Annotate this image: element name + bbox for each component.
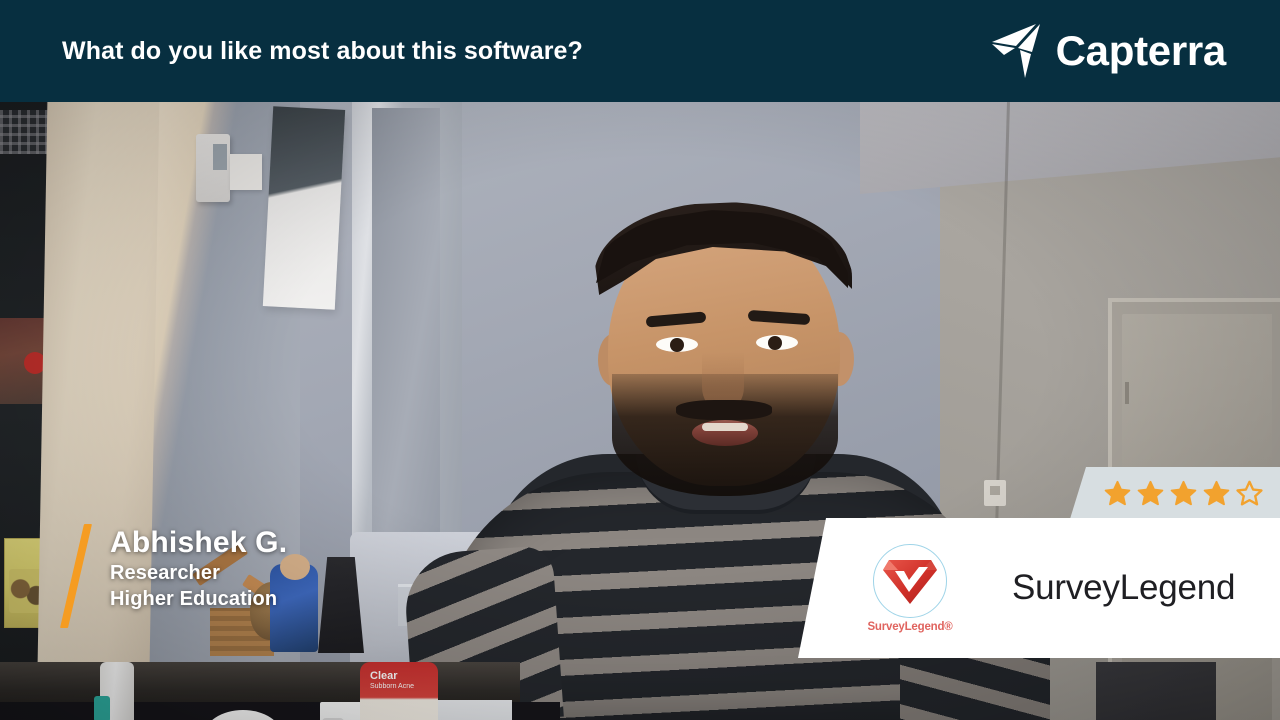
clear-bottle-sub: Subborn Acne: [370, 683, 414, 690]
star-filled-icon: [1203, 480, 1229, 505]
star-filled-icon: [1104, 480, 1130, 505]
surveylegend-wordmark: SurveyLegend®: [867, 620, 953, 633]
clear-bottle: Clear Subborn Acne: [360, 662, 438, 720]
surveylegend-diamond-check-icon: [883, 559, 937, 604]
product-name: SurveyLegend: [1012, 568, 1236, 607]
white-bottle: [94, 662, 134, 720]
star-filled-icon: [1137, 480, 1163, 505]
capterra-brand: Capterra: [990, 22, 1226, 80]
video-testimonial-stage: What do you like most about this softwar…: [0, 0, 1280, 720]
orange-slash-icon: [62, 524, 92, 628]
capterra-paper-plane-icon: [991, 24, 1040, 78]
surveylegend-logo-circle: [873, 543, 947, 618]
speaker-name: Abhishek G.: [110, 526, 288, 559]
speaker-industry: Higher Education: [110, 587, 278, 610]
star-outline-icon: [1235, 480, 1263, 505]
clear-bottle-brand: Clear: [370, 670, 398, 682]
product-logo: SurveyLegend®: [856, 543, 964, 633]
moustache: [676, 400, 772, 420]
star-filled-icon: [1170, 480, 1196, 505]
rating-bar: [1070, 467, 1280, 519]
product-card[interactable]: SurveyLegend® SurveyLegend: [798, 518, 1280, 658]
mouth: [692, 420, 758, 446]
eye-right: [756, 335, 798, 350]
page-title: What do you like most about this softwar…: [62, 36, 583, 65]
speaker-role: Researcher: [110, 561, 220, 584]
speaker-lower-third: Abhishek G. Researcher Higher Education: [62, 524, 287, 628]
dark-object-right: [1096, 662, 1216, 720]
capterra-brand-name: Capterra: [1055, 27, 1227, 74]
speaker-info: Abhishek G. Researcher Higher Education: [110, 524, 287, 612]
eye-left: [656, 337, 698, 352]
header-bar: What do you like most about this softwar…: [0, 0, 1280, 102]
blue-box: [426, 700, 512, 720]
